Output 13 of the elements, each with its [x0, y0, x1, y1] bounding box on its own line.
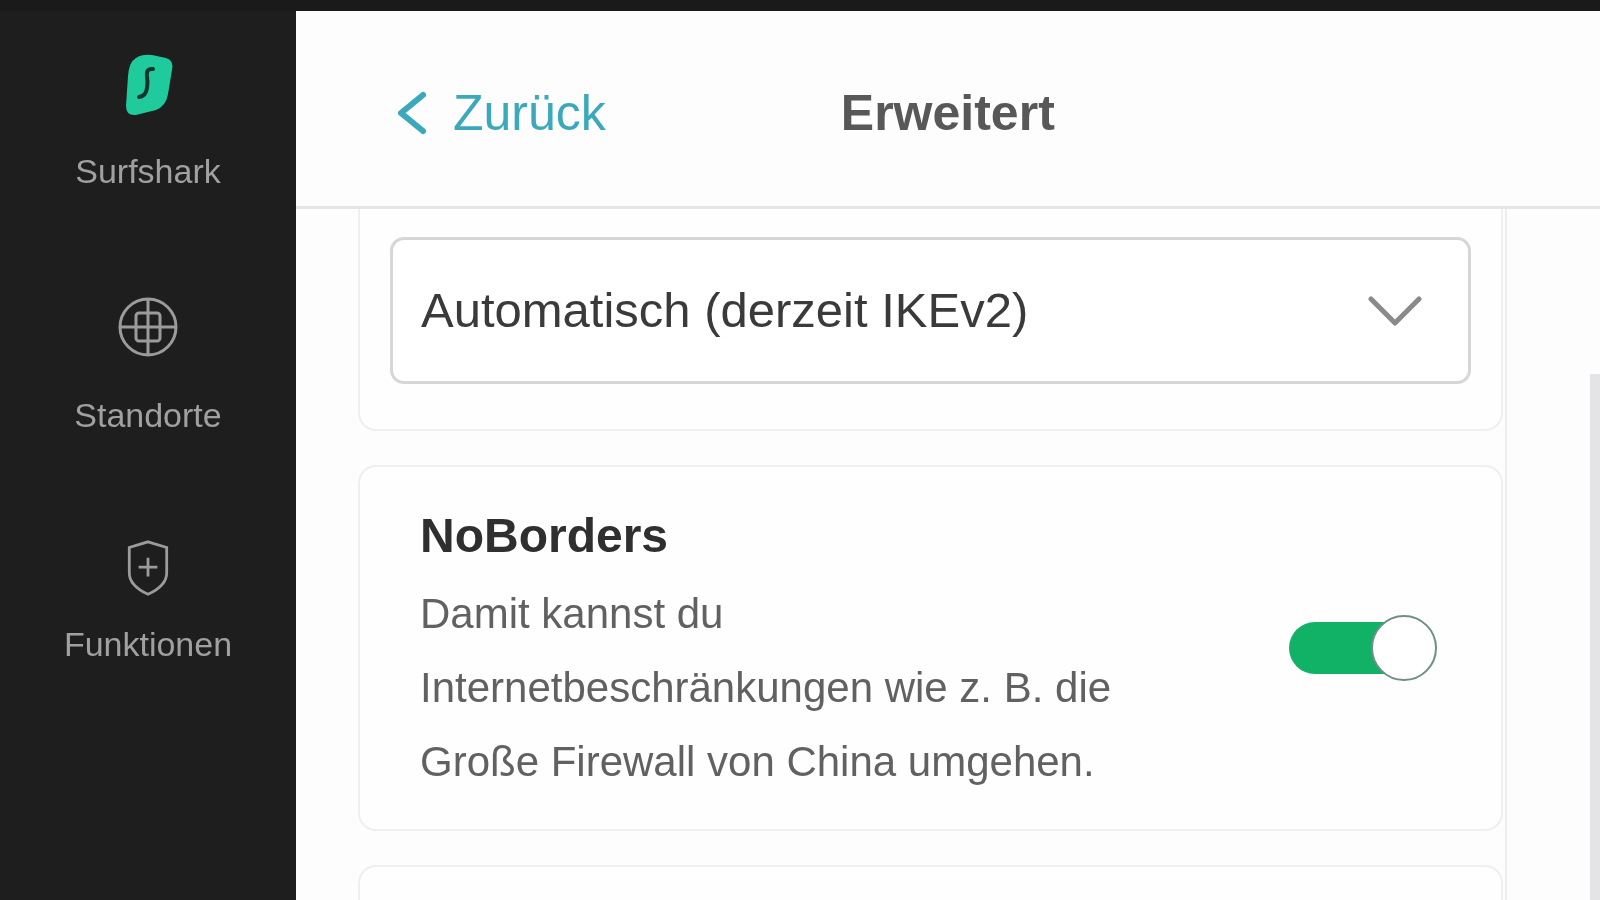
- chevron-left-icon: [395, 90, 429, 135]
- sidebar-nav-item[interactable]: Standorte: [74, 296, 222, 432]
- protocol-dropdown[interactable]: Automatisch (derzeit IKEv2): [390, 237, 1471, 384]
- chevron-down-icon: [1368, 295, 1422, 326]
- globe-icon: [117, 296, 179, 358]
- sidebar-nav-item[interactable]: Funktionen: [63, 539, 233, 661]
- shield-plus-icon: [125, 539, 171, 597]
- scrollbar-thumb[interactable]: [1590, 374, 1600, 900]
- page-title: Erweitert: [840, 87, 1055, 138]
- brand-name: Surfshark: [75, 154, 221, 188]
- feature-title: NoBorders: [420, 507, 669, 564]
- toggle-switch[interactable]: [1289, 615, 1437, 681]
- feature-description: Damit kannst du Internetbeschränkungen wie z. B. die Große Firewall von China umgehen.: [420, 588, 1113, 787]
